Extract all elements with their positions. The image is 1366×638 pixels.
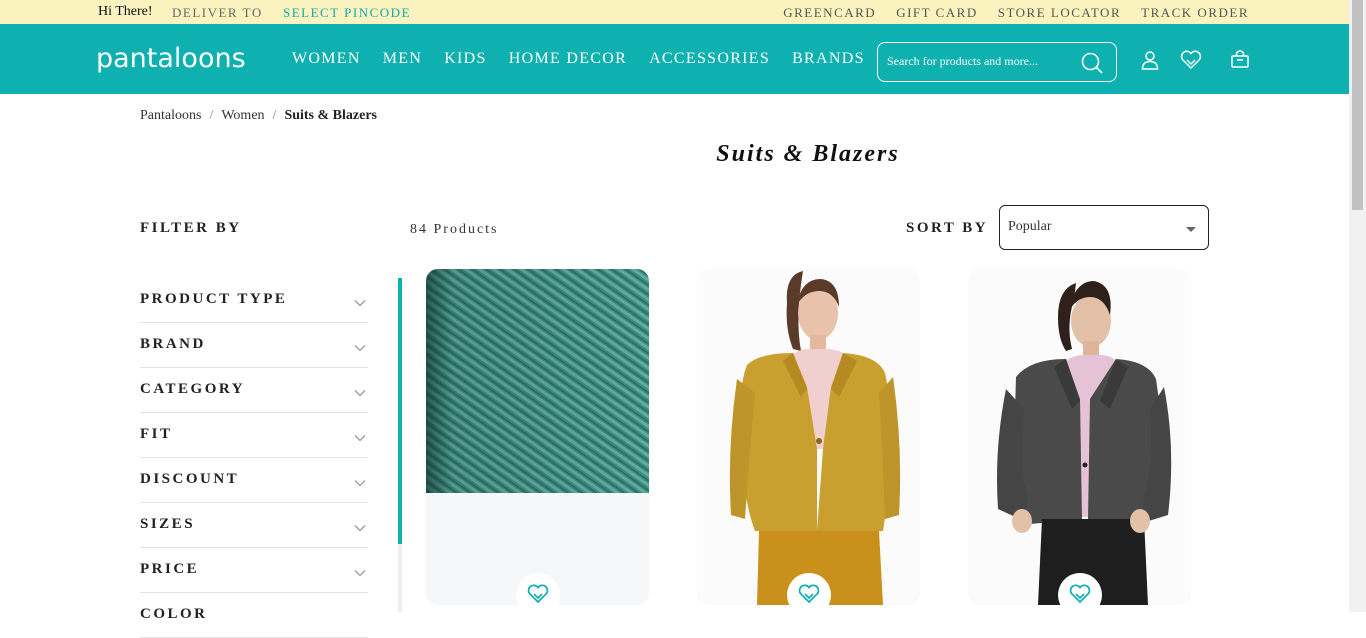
- top-utility-bar: Hi There! DELIVER TO SELECT PINCODE GREE…: [0, 0, 1366, 24]
- wishlist-button[interactable]: [515, 573, 560, 605]
- filter-price[interactable]: PRICE: [140, 548, 368, 593]
- greeting-text: Hi There!: [98, 4, 153, 19]
- filter-label: PRODUCT TYPE: [140, 291, 288, 307]
- filter-by-heading: FILTER BY: [140, 220, 242, 236]
- utility-links: GREENCARD GIFT CARD STORE LOCATOR TRACK …: [763, 5, 1249, 21]
- caret-down-icon: [1186, 227, 1196, 232]
- product-card[interactable]: [426, 269, 649, 605]
- page-title: Suits & Blazers: [716, 141, 900, 167]
- chevron-down-icon: [354, 474, 366, 492]
- store-locator-link[interactable]: STORE LOCATOR: [998, 5, 1121, 21]
- breadcrumb: Pantaloons / Women / Suits & Blazers: [140, 108, 377, 124]
- select-pincode-link[interactable]: SELECT PINCODE: [283, 5, 411, 21]
- filter-brand[interactable]: BRAND: [140, 323, 368, 368]
- main-nav: pantaloons WOMEN MEN KIDS HOME DECOR ACC…: [0, 24, 1366, 94]
- menu-item-women[interactable]: WOMEN: [292, 50, 361, 68]
- filter-label: DISCOUNT: [140, 471, 240, 487]
- product-card[interactable]: [968, 269, 1191, 605]
- filter-label: COLOR: [140, 606, 208, 622]
- brand-logo[interactable]: pantaloons: [96, 43, 246, 74]
- sort-selected-value: Popular: [1008, 219, 1052, 234]
- menu-item-kids[interactable]: KIDS: [444, 50, 487, 68]
- chevron-down-icon: [354, 339, 366, 357]
- filter-sizes[interactable]: SIZES: [140, 503, 368, 548]
- chevron-down-icon: [354, 564, 366, 582]
- product-image-grey-blazer: [968, 269, 1191, 605]
- wishlist-icon[interactable]: [1180, 50, 1202, 75]
- filter-list: PRODUCT TYPE BRAND CATEGORY FIT DISCOUNT…: [140, 278, 368, 638]
- filter-label: PRICE: [140, 561, 200, 577]
- filter-discount[interactable]: DISCOUNT: [140, 458, 368, 503]
- cart-icon[interactable]: [1230, 50, 1250, 75]
- filter-product-type[interactable]: PRODUCT TYPE: [140, 278, 368, 323]
- product-image-teal-fabric: [426, 269, 649, 493]
- search-input[interactable]: [887, 54, 1077, 69]
- menu-item-accessories[interactable]: ACCESSORIES: [649, 50, 770, 68]
- search-box: [877, 42, 1117, 82]
- breadcrumb-current: Suits & Blazers: [284, 108, 377, 123]
- product-image-mustard-blazer: [697, 269, 920, 605]
- filter-label: CATEGORY: [140, 381, 246, 397]
- filter-label: BRAND: [140, 336, 206, 352]
- product-card[interactable]: [697, 269, 920, 605]
- filter-fit[interactable]: FIT: [140, 413, 368, 458]
- search-icon[interactable]: [1080, 51, 1104, 80]
- chevron-down-icon: [354, 519, 366, 537]
- filter-category[interactable]: CATEGORY: [140, 368, 368, 413]
- filter-color[interactable]: COLOR: [140, 593, 368, 638]
- product-count: 84 Products: [410, 222, 499, 237]
- chevron-down-icon: [354, 294, 366, 312]
- filter-label: FIT: [140, 426, 173, 442]
- menu-item-men[interactable]: MEN: [383, 50, 422, 68]
- breadcrumb-home[interactable]: Pantaloons: [140, 108, 201, 124]
- breadcrumb-separator: /: [209, 108, 214, 123]
- sort-by-label: SORT BY: [906, 220, 989, 236]
- gift-card-link[interactable]: GIFT CARD: [896, 5, 978, 21]
- breadcrumb-separator: /: [272, 108, 277, 123]
- greencard-link[interactable]: GREENCARD: [783, 5, 876, 21]
- filter-label: SIZES: [140, 516, 196, 532]
- chevron-down-icon: [354, 429, 366, 447]
- track-order-link[interactable]: TRACK ORDER: [1141, 5, 1249, 21]
- sort-select[interactable]: Popular: [999, 205, 1209, 250]
- account-icon[interactable]: [1140, 50, 1160, 75]
- deliver-to-label: DELIVER TO: [172, 5, 263, 20]
- page-scrollbar-thumb[interactable]: [1352, 0, 1363, 210]
- page-scrollbar[interactable]: [1349, 0, 1366, 612]
- breadcrumb-women[interactable]: Women: [221, 108, 264, 124]
- category-menu: WOMEN MEN KIDS HOME DECOR ACCESSORIES BR…: [292, 50, 887, 68]
- menu-item-home-decor[interactable]: HOME DECOR: [509, 50, 627, 68]
- chevron-down-icon: [354, 384, 366, 402]
- product-list-scroll-thumb[interactable]: [398, 278, 402, 544]
- menu-item-brands[interactable]: BRANDS: [792, 50, 865, 68]
